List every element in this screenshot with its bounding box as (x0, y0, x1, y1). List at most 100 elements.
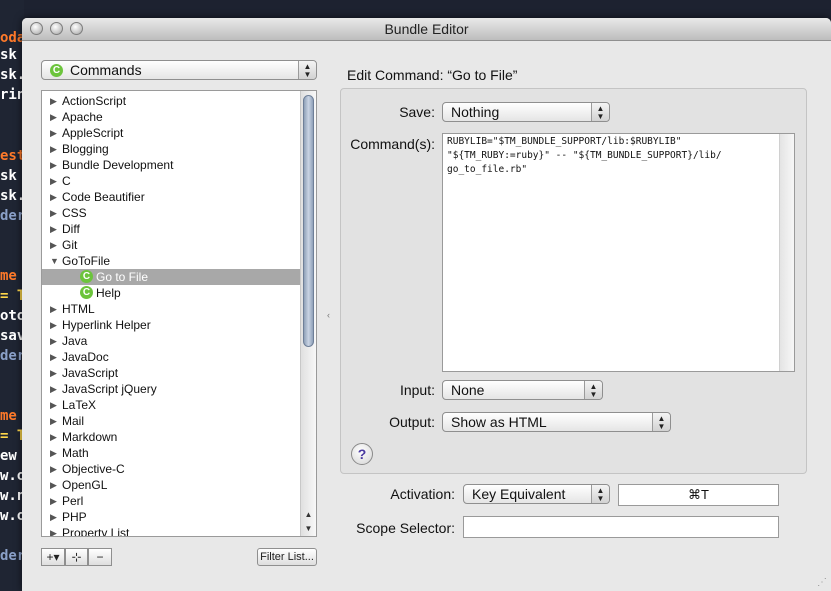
tree-command-item[interactable]: C Go to File (42, 269, 300, 285)
disclosure-closed-icon[interactable]: ▶ (50, 189, 57, 205)
disclosure-closed-icon[interactable]: ▶ (50, 93, 57, 109)
disclosure-closed-icon[interactable]: ▶ (50, 157, 57, 173)
background-code-line: ew (0, 448, 17, 464)
input-label: Input: (399, 382, 435, 398)
disclosure-closed-icon[interactable]: ▶ (50, 365, 57, 381)
disclosure-closed-icon[interactable]: ▶ (50, 381, 57, 397)
tree-bundle-item[interactable]: ▶ Diff (42, 221, 300, 237)
disclosure-closed-icon[interactable]: ▶ (50, 429, 57, 445)
disclosure-closed-icon[interactable]: ▶ (50, 397, 57, 413)
title-bar[interactable]: Bundle Editor (22, 18, 831, 41)
disclosure-closed-icon[interactable]: ▶ (50, 109, 57, 125)
tree-bundle-item[interactable]: ▶ AppleScript (42, 125, 300, 141)
background-code-line: sk.r (0, 67, 24, 83)
add-group-button[interactable]: ⊹ (65, 548, 88, 566)
scope-selector-field[interactable] (463, 516, 779, 538)
command-icon: C (80, 270, 93, 283)
disclosure-closed-icon[interactable]: ▶ (50, 445, 57, 461)
background-code-line: rint (0, 87, 24, 103)
disclosure-closed-icon[interactable]: ▶ (50, 237, 57, 253)
tree-item-label: Apache (62, 110, 103, 124)
output-popup[interactable]: Show as HTML ▲ ▼ (442, 412, 671, 432)
commands-label: Command(s): (350, 136, 435, 152)
tree-bundle-item[interactable]: ▶ Code Beautifier (42, 189, 300, 205)
tree-bundle-item[interactable]: ▶ Objective-C (42, 461, 300, 477)
tree-bundle-item[interactable]: ▶ JavaDoc (42, 349, 300, 365)
scroll-up-icon[interactable]: ▲ (301, 508, 316, 522)
tree-bundle-item[interactable]: ▶ C (42, 173, 300, 189)
chevron-updown-icon: ▲ ▼ (298, 61, 316, 79)
commands-text[interactable]: RUBYLIB="$TM_BUNDLE_SUPPORT/lib:$RUBYLIB… (447, 135, 777, 177)
disclosure-closed-icon[interactable]: ▶ (50, 317, 57, 333)
bundle-tree[interactable]: ▶ ActionScript ▶ Apache ▶ AppleScript ▶ Bloggin… (41, 90, 317, 537)
disclosure-closed-icon[interactable]: ▶ (50, 221, 57, 237)
tree-bundle-item[interactable]: ▶ OpenGL (42, 477, 300, 493)
tree-scrollbar[interactable]: ▲ ▼ (300, 91, 316, 536)
disclosure-closed-icon[interactable]: ▶ (50, 493, 57, 509)
tree-bundle-item[interactable]: ▶ Git (42, 237, 300, 253)
bundle-item-type-value: Commands (70, 62, 142, 78)
tree-bundle-item[interactable]: ▶ LaTeX (42, 397, 300, 413)
scroll-down-icon[interactable]: ▼ (301, 522, 316, 536)
background-code-line: me (0, 408, 17, 424)
tree-bundle-item[interactable]: ▶ JavaScript jQuery (42, 381, 300, 397)
disclosure-closed-icon[interactable]: ▶ (50, 125, 57, 141)
disclosure-open-icon[interactable]: ▼ (50, 253, 59, 269)
remove-item-button[interactable]: − (88, 548, 112, 566)
key-equivalent-field[interactable]: ⌘T (618, 484, 779, 506)
background-code-line: oda (0, 30, 24, 46)
commands-scrollbar[interactable] (779, 134, 794, 371)
disclosure-closed-icon[interactable]: ▶ (50, 333, 57, 349)
activation-popup[interactable]: Key Equivalent ▲ ▼ (463, 484, 610, 504)
tree-bundle-item[interactable]: ▶ Perl (42, 493, 300, 509)
tree-bundle-item[interactable]: ▶ Property List (42, 525, 300, 537)
disclosure-closed-icon[interactable]: ▶ (50, 141, 57, 157)
disclosure-closed-icon[interactable]: ▶ (50, 413, 57, 429)
tree-item-label: LaTeX (62, 398, 97, 412)
disclosure-closed-icon[interactable]: ▶ (50, 173, 57, 189)
disclosure-closed-icon[interactable]: ▶ (50, 509, 57, 525)
tree-item-label: Property List (62, 526, 130, 537)
commands-textarea[interactable]: RUBYLIB="$TM_BUNDLE_SUPPORT/lib:$RUBYLIB… (442, 133, 795, 372)
input-popup[interactable]: None ▲ ▼ (442, 380, 603, 400)
background-code-line: save (0, 328, 24, 344)
background-code-line: w.ot (0, 508, 24, 524)
chevron-updown-icon: ▲ ▼ (591, 485, 609, 503)
tree-bundle-item[interactable]: ▶ CSS (42, 205, 300, 221)
disclosure-closed-icon[interactable]: ▶ (50, 205, 57, 221)
tree-bundle-item[interactable]: ▶ Apache (42, 109, 300, 125)
tree-bundle-item[interactable]: ▶ Mail (42, 413, 300, 429)
disclosure-closed-icon[interactable]: ▶ (50, 525, 57, 536)
split-view-handle[interactable]: ‹ (327, 310, 330, 320)
add-item-button[interactable]: +▾ (41, 548, 65, 566)
tree-bundle-item[interactable]: ▶ Bundle Development (42, 157, 300, 173)
tree-bundle-item[interactable]: ▶ Hyperlink Helper (42, 317, 300, 333)
tree-bundle-item[interactable]: ▶ Markdown (42, 429, 300, 445)
tree-item-label: Go to File (96, 270, 149, 284)
tree-bundle-item[interactable]: ▼ GoToFile (42, 253, 300, 269)
tree-item-label: Mail (62, 414, 85, 428)
tree-bundle-item[interactable]: ▶ PHP (42, 509, 300, 525)
tree-bundle-item[interactable]: ▶ ActionScript (42, 93, 300, 109)
tree-bundle-item[interactable]: ▶ Math (42, 445, 300, 461)
output-value: Show as HTML (451, 414, 547, 430)
save-popup[interactable]: Nothing ▲ ▼ (442, 102, 610, 122)
tree-item-label: Help (96, 286, 121, 300)
tree-scroll-thumb[interactable] (303, 95, 314, 347)
tree-command-item[interactable]: C Help (42, 285, 300, 301)
tree-item-label: Diff (62, 222, 80, 236)
tree-bundle-item[interactable]: ▶ JavaScript (42, 365, 300, 381)
tree-bundle-item[interactable]: ▶ Java (42, 333, 300, 349)
filter-list-button[interactable]: Filter List... (257, 548, 317, 566)
tree-bundle-item[interactable]: ▶ Blogging (42, 141, 300, 157)
help-button[interactable]: ? (351, 443, 373, 465)
tree-item-label: Bundle Development (62, 158, 174, 172)
disclosure-closed-icon[interactable]: ▶ (50, 349, 57, 365)
disclosure-closed-icon[interactable]: ▶ (50, 461, 57, 477)
disclosure-closed-icon[interactable]: ▶ (50, 477, 57, 493)
tree-item-label: Blogging (62, 142, 109, 156)
bundle-item-type-popup[interactable]: C Commands ▲ ▼ (41, 60, 317, 80)
disclosure-closed-icon[interactable]: ▶ (50, 301, 57, 317)
tree-bundle-item[interactable]: ▶ HTML (42, 301, 300, 317)
resize-grip-icon[interactable]: ⋰ (817, 577, 827, 588)
